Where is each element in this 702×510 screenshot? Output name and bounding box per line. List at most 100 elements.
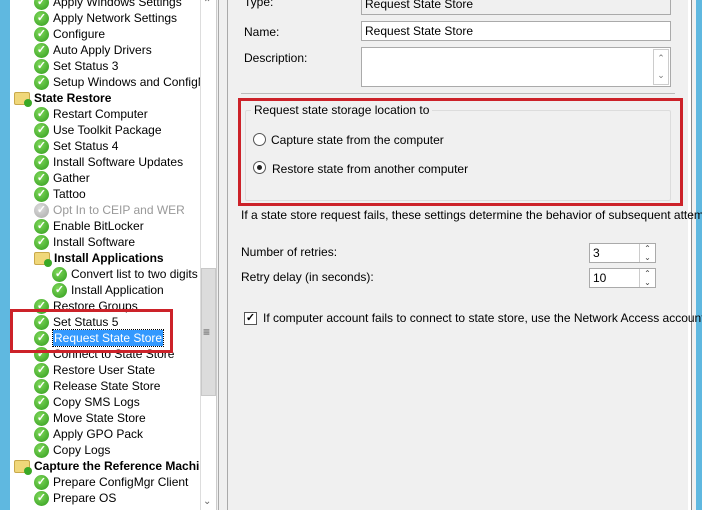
tree-item[interactable]: ✓ Set Status 4 bbox=[34, 138, 118, 154]
disabled-check-icon: ✓ bbox=[34, 202, 49, 218]
name-label: Name: bbox=[244, 25, 280, 39]
success-check-icon: ✓ bbox=[34, 74, 49, 90]
down-icon[interactable]: ⌄ bbox=[654, 67, 668, 84]
window-edge-right bbox=[696, 0, 702, 510]
tree-item[interactable]: Capture the Reference Machi bbox=[14, 458, 200, 475]
success-check-icon: ✓ bbox=[34, 26, 49, 42]
network-account-checkbox[interactable]: ✓ bbox=[244, 312, 257, 325]
tree-item[interactable]: ✓ Auto Apply Drivers bbox=[34, 42, 152, 58]
tree-item[interactable]: ✓ Configure bbox=[34, 26, 105, 42]
tree-item-label: Restore User State bbox=[53, 363, 156, 377]
success-check-icon: ✓ bbox=[34, 378, 49, 394]
tree-item-label: Convert list to two digits bbox=[71, 267, 198, 281]
success-check-icon: ✓ bbox=[34, 106, 49, 122]
folder-icon bbox=[14, 459, 32, 475]
tree-item[interactable]: ✓ Apply Network Settings bbox=[34, 10, 177, 26]
up-icon[interactable]: ⌃ bbox=[639, 269, 655, 278]
capture-radio-label[interactable]: Capture state from the computer bbox=[271, 133, 444, 147]
description-label: Description: bbox=[244, 51, 308, 65]
tree-item-label: Apply Windows Settings bbox=[53, 0, 182, 9]
type-field: Request State Store bbox=[361, 0, 671, 15]
scroll-up-icon[interactable]: ⌃ bbox=[203, 0, 211, 9]
retries-value: 3 bbox=[593, 246, 600, 260]
up-icon[interactable]: ⌃ bbox=[639, 244, 655, 253]
tree-item-label: Copy SMS Logs bbox=[53, 395, 140, 409]
tree-item[interactable]: ✓ Move State Store bbox=[34, 410, 146, 426]
delay-value: 10 bbox=[593, 271, 607, 285]
tree-item[interactable]: ✓ Prepare OS bbox=[34, 490, 116, 506]
success-check-icon: ✓ bbox=[34, 394, 49, 410]
name-input[interactable]: Request State Store bbox=[361, 21, 671, 41]
tree-item[interactable]: ✓ Install Software bbox=[34, 234, 135, 250]
tree-item[interactable]: State Restore bbox=[14, 90, 112, 107]
tree-item[interactable]: Install Applications bbox=[34, 250, 164, 267]
tree-scrollbar[interactable] bbox=[200, 0, 217, 510]
tree-item-label: Capture the Reference Machi bbox=[34, 459, 200, 473]
tree-item[interactable]: ✓ Set Status 3 bbox=[34, 58, 118, 74]
success-check-icon: ✓ bbox=[34, 0, 49, 10]
tree-item-label: Setup Windows and ConfigMgr bbox=[53, 75, 200, 89]
tree-item-label: Prepare ConfigMgr Client bbox=[53, 475, 189, 489]
tree-item-label: Set Status 4 bbox=[53, 139, 119, 153]
separator bbox=[241, 93, 675, 94]
retries-stepper[interactable]: 3 ⌃ ⌄ bbox=[589, 243, 656, 263]
tree-item[interactable]: ✓ Restore User State bbox=[34, 362, 155, 378]
success-check-icon: ✓ bbox=[34, 442, 49, 458]
tree-item[interactable]: ✓ Prepare ConfigMgr Client bbox=[34, 474, 188, 490]
tree-item-label: Apply Network Settings bbox=[53, 11, 178, 25]
task-sequence-tree[interactable]: ✓ Apply Windows Settings ✓ Apply Network Se… bbox=[10, 0, 200, 510]
tree-item[interactable]: ✓ Restart Computer bbox=[34, 106, 148, 122]
folder-icon bbox=[34, 251, 52, 267]
restore-radio-label[interactable]: Restore state from another computer bbox=[272, 162, 468, 176]
folder-icon bbox=[14, 91, 32, 107]
success-check-icon: ✓ bbox=[34, 362, 49, 378]
tree-item-label: State Restore bbox=[34, 91, 112, 105]
tree-item[interactable]: ✓ Copy Logs bbox=[34, 442, 110, 458]
success-check-icon: ✓ bbox=[34, 410, 49, 426]
restore-radio[interactable] bbox=[253, 161, 266, 174]
splitter[interactable] bbox=[218, 0, 228, 510]
tree-item-label: Install Software Updates bbox=[53, 155, 184, 169]
success-check-icon: ✓ bbox=[34, 474, 49, 490]
tree-item[interactable]: ✓ Install Software Updates bbox=[34, 154, 183, 170]
success-check-icon: ✓ bbox=[34, 58, 49, 74]
tree-item-label: Prepare OS bbox=[53, 491, 117, 505]
success-check-icon: ✓ bbox=[34, 138, 49, 154]
tree-item[interactable]: ✓ Apply Windows Settings bbox=[34, 0, 182, 10]
tree-item[interactable]: ✓ Copy SMS Logs bbox=[34, 394, 140, 410]
tree-item-label: Opt In to CEIP and WER bbox=[53, 203, 185, 217]
highlight-box-tree bbox=[10, 309, 173, 353]
tree-item-label: Install Applications bbox=[54, 251, 164, 265]
success-check-icon: ✓ bbox=[34, 490, 49, 506]
tree-item-label: Release State Store bbox=[53, 379, 161, 393]
tree-item-label: Configure bbox=[53, 27, 106, 41]
tree-item[interactable]: ✓ Release State Store bbox=[34, 378, 160, 394]
tree-item[interactable]: ✓ Setup Windows and ConfigMgr bbox=[34, 74, 200, 90]
down-icon[interactable]: ⌄ bbox=[639, 253, 655, 262]
up-icon[interactable]: ⌃ bbox=[654, 50, 668, 67]
tree-item[interactable]: ✓ Tattoo bbox=[34, 186, 86, 202]
capture-radio[interactable] bbox=[253, 133, 266, 146]
tree-item[interactable]: ✓ Convert list to two digits bbox=[52, 266, 198, 282]
retries-label: Number of retries: bbox=[241, 245, 338, 259]
tree-item[interactable]: ✓ Install Application bbox=[52, 282, 164, 298]
group-title: Request state storage location to bbox=[251, 103, 433, 117]
tree-item[interactable]: ✓ Apply GPO Pack bbox=[34, 426, 143, 442]
tree-item[interactable]: ✓ Enable BitLocker bbox=[34, 218, 144, 234]
network-account-label[interactable]: If computer account fails to connect to … bbox=[263, 311, 702, 325]
success-check-icon: ✓ bbox=[34, 170, 49, 186]
delay-label: Retry delay (in seconds): bbox=[241, 270, 374, 284]
tree-item[interactable]: ✓ Opt In to CEIP and WER bbox=[34, 202, 185, 218]
down-icon[interactable]: ⌄ bbox=[639, 278, 655, 287]
delay-stepper[interactable]: 10 ⌃ ⌄ bbox=[589, 268, 656, 288]
tree-item-label: Auto Apply Drivers bbox=[53, 43, 152, 57]
description-input[interactable]: ⌃ ⌄ bbox=[361, 47, 671, 87]
description-scroll[interactable]: ⌃ ⌄ bbox=[653, 49, 669, 85]
tree-item[interactable]: ✓ Gather bbox=[34, 170, 90, 186]
window-edge bbox=[0, 0, 10, 510]
scroll-down-icon[interactable]: ⌄ bbox=[203, 496, 211, 507]
storage-location-group bbox=[245, 110, 671, 201]
tree-item[interactable]: ✓ Use Toolkit Package bbox=[34, 122, 162, 138]
tree-item-label: Use Toolkit Package bbox=[53, 123, 162, 137]
tree-item-label: Tattoo bbox=[53, 187, 86, 201]
